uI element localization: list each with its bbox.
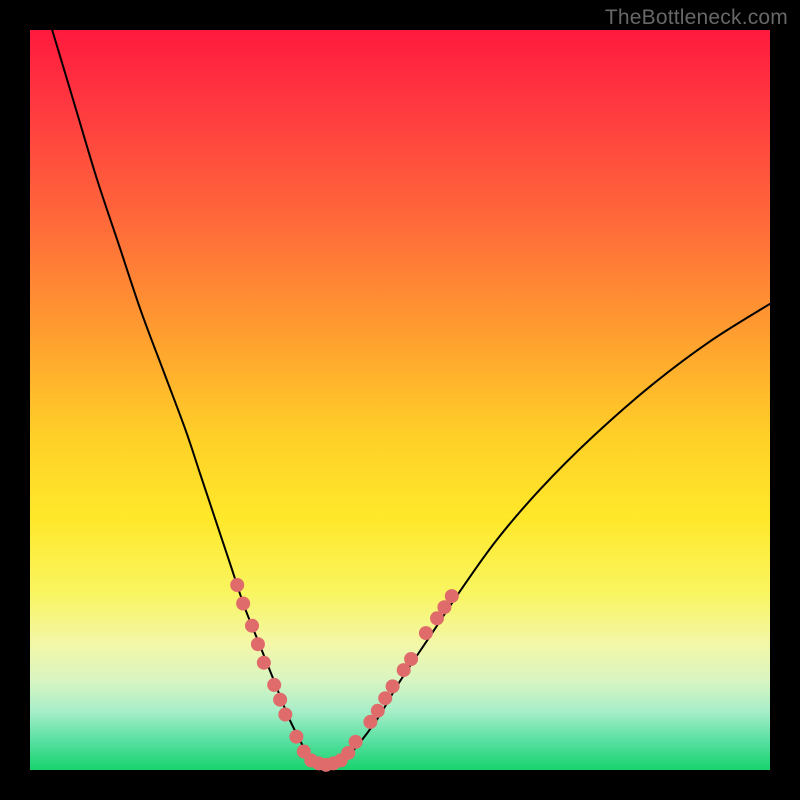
curve-layer: [30, 30, 770, 770]
marker-dot: [371, 704, 385, 718]
marker-group: [230, 578, 459, 772]
marker-dot: [251, 637, 265, 651]
marker-dot: [230, 578, 244, 592]
plot-area: [30, 30, 770, 770]
marker-dot: [445, 589, 459, 603]
watermark-text: TheBottleneck.com: [605, 6, 788, 30]
marker-dot: [267, 678, 281, 692]
marker-dot: [245, 619, 259, 633]
marker-dot: [378, 691, 392, 705]
marker-dot: [278, 708, 292, 722]
marker-dot: [349, 735, 363, 749]
marker-dot: [419, 626, 433, 640]
marker-dot: [257, 656, 271, 670]
series-left-branch: [52, 30, 311, 763]
marker-dot: [404, 652, 418, 666]
marker-dot: [289, 730, 303, 744]
marker-dot: [236, 597, 250, 611]
chart-frame: TheBottleneck.com: [0, 0, 800, 800]
marker-dot: [273, 693, 287, 707]
series-right-branch: [341, 304, 770, 763]
marker-dot: [386, 679, 400, 693]
